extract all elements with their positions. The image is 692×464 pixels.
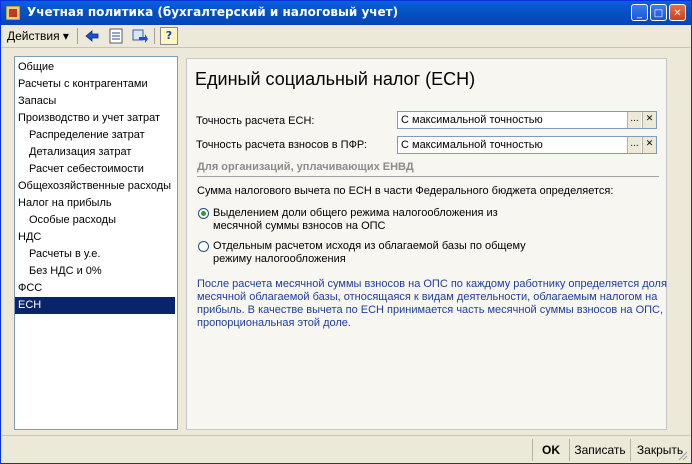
info-note: После расчета месячной суммы взносов на … (197, 278, 667, 330)
option-separate-line1[interactable]: Отдельным расчетом исходя из облагаемой … (213, 240, 526, 252)
sidebar-item-label: Производство и учет затрат (18, 112, 161, 124)
app-icon (6, 6, 20, 20)
note-line: пропорциональная этой доле. (197, 317, 351, 329)
sidebar-item[interactable]: Детализация затрат (15, 144, 175, 161)
sidebar-item[interactable]: ЕСН (15, 297, 175, 314)
sidebar-item-label: Без НДС и 0% (29, 265, 102, 277)
note-line: После расчета месячной суммы взносов на … (197, 278, 667, 290)
section-title: Для организаций, уплачивающих ЕНВД (197, 161, 414, 173)
section-divider (197, 176, 659, 177)
sidebar-item[interactable]: НДС (15, 229, 175, 246)
sidebar-item-label: ФСС (18, 282, 43, 294)
maximize-button[interactable]: □ (650, 4, 667, 21)
note-line: прибыль. В качестве вычета по ЕСН приним… (197, 304, 664, 316)
pfr-precision-value: С максимальной точностью (401, 139, 543, 151)
option-share-line2[interactable]: месячной суммы взносов на ОПС (213, 220, 385, 232)
sidebar-item-label: Налог на прибыль (18, 197, 112, 209)
toolbar: Действия ▾ ? (2, 25, 690, 48)
select-button[interactable]: ... (627, 137, 641, 153)
bottom-bar: OK Записать Закрыть (2, 435, 690, 463)
radio-option-share[interactable] (198, 208, 209, 219)
help-icon[interactable]: ? (160, 27, 178, 45)
radio-checked-dot (201, 211, 206, 216)
sidebar-item-label: Общие (18, 61, 55, 73)
sidebar-item[interactable]: Производство и учет затрат (15, 110, 175, 127)
clear-icon[interactable]: ✕ (642, 137, 656, 153)
sidebar-item[interactable]: Расчеты в у.е. (15, 246, 175, 263)
sidebar-item-label: Расчеты с контрагентами (18, 78, 148, 90)
toolbar-separator (77, 28, 78, 44)
toolbar-separator (154, 28, 155, 44)
note-line: месячной облагаемой базы, относящаяся к … (197, 291, 658, 303)
sidebar-item[interactable]: Налог на прибыль (15, 195, 175, 212)
sidebar-item-label: Расчет себестоимости (29, 163, 144, 175)
button-separator (569, 439, 570, 461)
sidebar-item[interactable]: Особые расходы (15, 212, 175, 229)
clear-icon[interactable]: ✕ (642, 112, 656, 128)
esn-precision-field[interactable]: С максимальной точностью ... ✕ (397, 111, 657, 129)
page-title: Единый социальный налог (ЕСН) (195, 69, 476, 89)
move-icon[interactable] (131, 27, 149, 45)
sidebar-item[interactable]: Общие (15, 59, 175, 76)
sidebar-item-label: Запасы (18, 95, 57, 107)
sidebar-item[interactable]: Расчет себестоимости (15, 161, 175, 178)
sidebar-item-label: Детализация затрат (29, 146, 132, 158)
sidebar-item[interactable]: ФСС (15, 280, 175, 297)
title-bar[interactable]: Учетная политика (бухгалтерский и налого… (1, 1, 691, 25)
actions-menu-button[interactable]: Действия ▾ (7, 28, 69, 44)
chevron-down-icon: ▾ (62, 29, 69, 43)
window: Учетная политика (бухгалтерский и налого… (0, 0, 692, 464)
option-separate-line2[interactable]: режиму налогообложения (213, 253, 346, 265)
field-label-pfr-precision: Точность расчета взносов в ПФР: (196, 139, 368, 151)
option-share-line1[interactable]: Выделением доли общего режима налогообло… (213, 207, 498, 219)
save-button[interactable]: Записать (573, 441, 627, 459)
main-panel: Единый социальный налог (ЕСН) Точность р… (186, 58, 667, 430)
sidebar-item[interactable]: Расчеты с контрагентами (15, 76, 175, 93)
sidebar-item-label: Распределение затрат (29, 129, 145, 141)
select-button[interactable]: ... (627, 112, 641, 128)
document-list-icon[interactable] (107, 27, 125, 45)
question-text: Сумма налогового вычета по ЕСН в части Ф… (197, 185, 614, 197)
sidebar-item-label: Общехозяйственные расходы (18, 180, 172, 192)
esn-precision-value: С максимальной точностью (401, 114, 543, 126)
sidebar-tree: Общие Расчеты с контрагентами Запасы Произв… (14, 56, 178, 430)
close-window-button[interactable]: ✕ (669, 4, 686, 21)
arrow-left-icon[interactable] (83, 27, 101, 45)
window-title: Учетная политика (бухгалтерский и налого… (27, 5, 399, 19)
button-separator (532, 439, 533, 461)
sidebar-item[interactable]: Общехозяйственные расходы (15, 178, 175, 195)
ok-button[interactable]: OK (538, 441, 564, 459)
resize-grip-icon[interactable] (678, 451, 688, 461)
field-label-esn-precision: Точность расчета ЕСН: (196, 115, 315, 127)
sidebar-item-label: НДС (18, 231, 42, 243)
sidebar-item[interactable]: Запасы (15, 93, 175, 110)
sidebar-item-label: Расчеты в у.е. (29, 248, 101, 260)
radio-option-separate[interactable] (198, 241, 209, 252)
sidebar-item-label: ЕСН (18, 299, 42, 311)
sidebar-item-label: Особые расходы (29, 214, 116, 226)
minimize-button[interactable]: _ (631, 4, 648, 21)
actions-label: Действия (7, 29, 60, 43)
sidebar-item[interactable]: Распределение затрат (15, 127, 175, 144)
button-separator (630, 439, 631, 461)
sidebar-item[interactable]: Без НДС и 0% (15, 263, 175, 280)
pfr-precision-field[interactable]: С максимальной точностью ... ✕ (397, 136, 657, 154)
